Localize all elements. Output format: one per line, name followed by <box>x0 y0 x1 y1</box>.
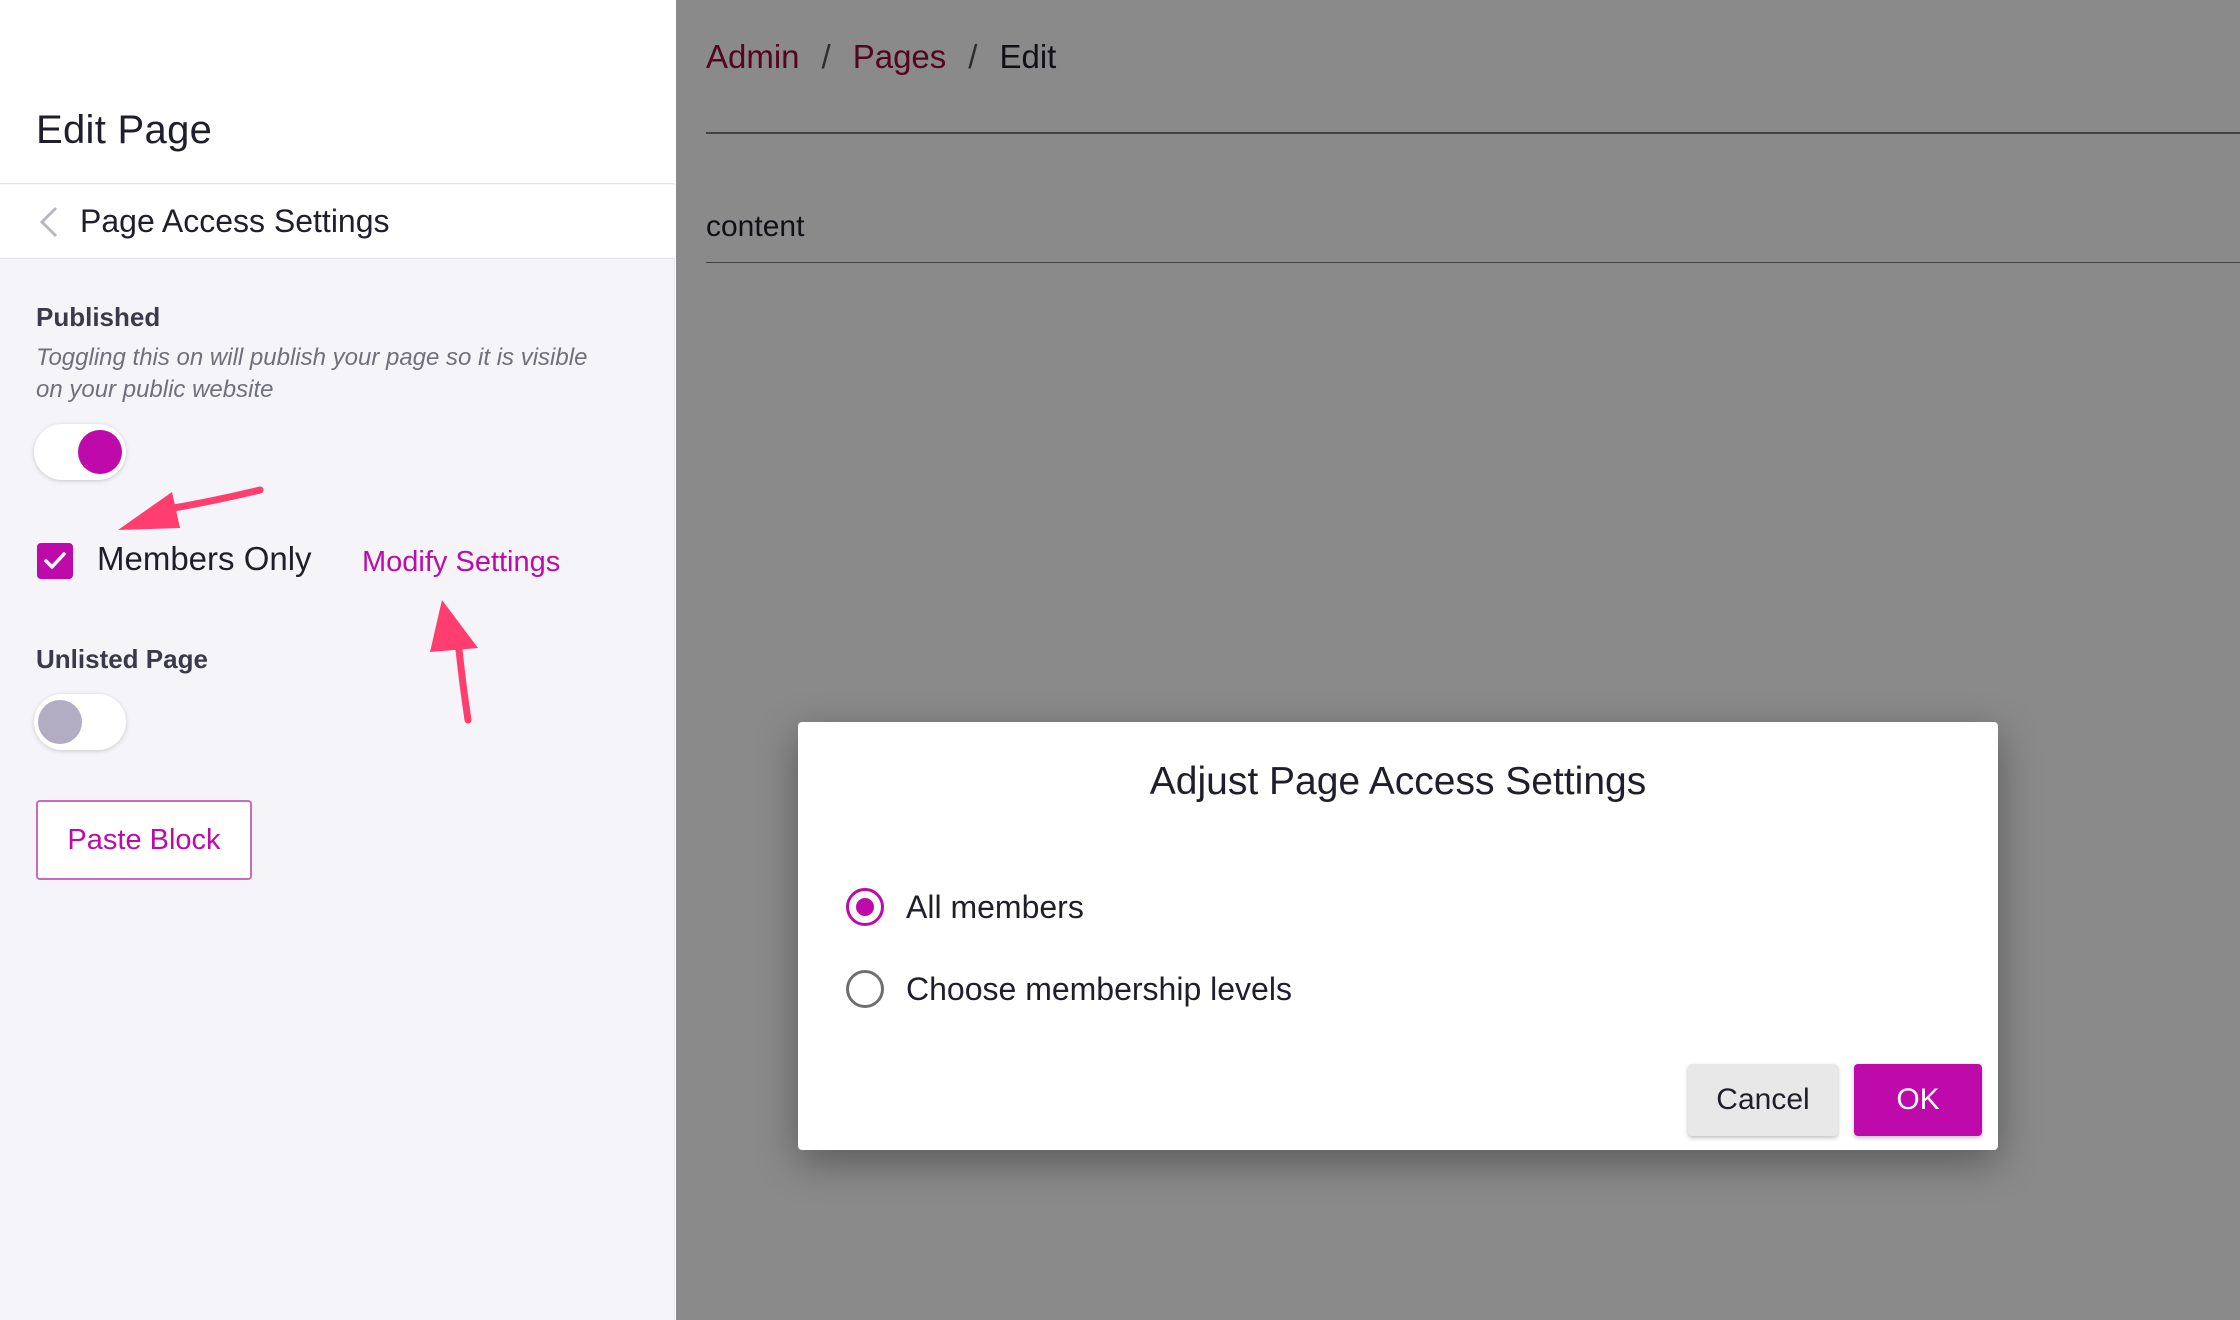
sidebar-header: Edit Page <box>0 0 675 184</box>
paste-block-button[interactable]: Paste Block <box>36 800 252 880</box>
check-icon <box>44 552 66 569</box>
dialog-title: Adjust Page Access Settings <box>1149 760 1647 803</box>
modify-settings-link[interactable]: Modify Settings <box>362 546 560 579</box>
published-help-text: Toggling this on will publish your page … <box>36 344 588 403</box>
page-title: Edit Page <box>36 108 213 152</box>
members-only-checkbox[interactable] <box>37 543 73 579</box>
sidebar-subheader: Page Access Settings <box>0 185 675 259</box>
option-choose-membership-levels[interactable]: Choose membership levels <box>846 970 1292 1008</box>
radio-label: All members <box>906 888 1084 925</box>
cancel-button[interactable]: Cancel <box>1688 1064 1838 1136</box>
chevron-left-icon[interactable] <box>36 205 62 239</box>
sidebar: Edit Page Page Access Settings Published… <box>0 0 675 1320</box>
access-settings-dialog: Adjust Page Access Settings All members … <box>798 722 1998 1150</box>
radio-label: Choose membership levels <box>906 970 1292 1007</box>
toggle-knob <box>38 700 82 744</box>
unlisted-page-toggle[interactable] <box>34 694 126 750</box>
toggle-knob <box>78 430 122 474</box>
radio-button[interactable] <box>846 970 884 1008</box>
radio-button-selected[interactable] <box>846 888 884 926</box>
section-title: Page Access Settings <box>80 203 390 239</box>
members-only-label: Members Only <box>97 540 312 577</box>
published-toggle[interactable] <box>34 424 126 480</box>
unlisted-page-label: Unlisted Page <box>36 644 208 674</box>
ok-button[interactable]: OK <box>1854 1064 1982 1136</box>
published-label: Published <box>36 302 161 332</box>
option-all-members[interactable]: All members <box>846 888 1084 926</box>
